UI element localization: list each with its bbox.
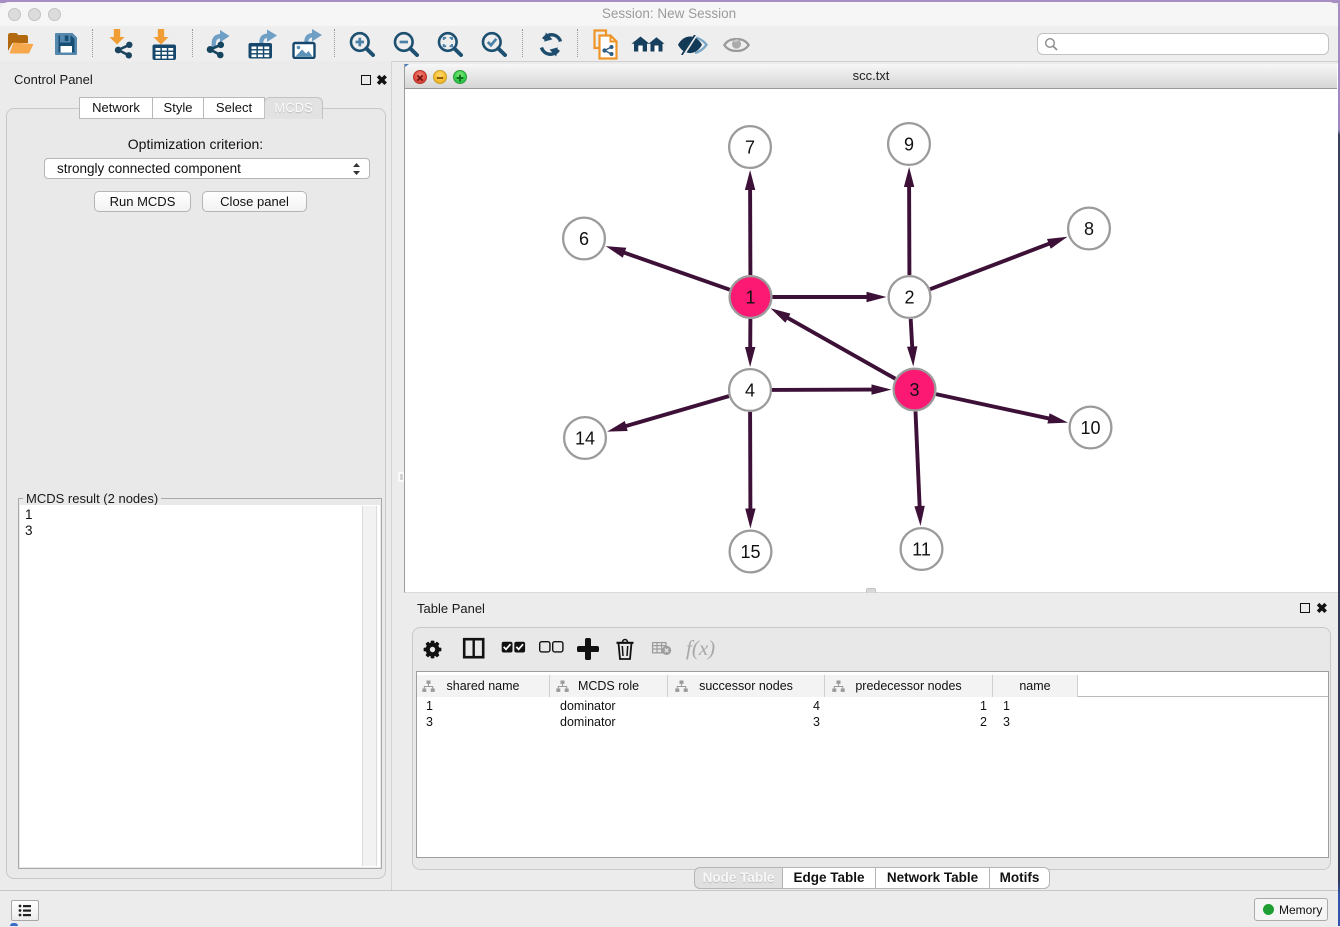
svg-text:3: 3: [909, 380, 919, 400]
svg-text:f(x): f(x): [686, 636, 715, 660]
svg-text:2: 2: [904, 287, 914, 307]
svg-text:10: 10: [1080, 418, 1100, 438]
svg-text:7: 7: [745, 137, 755, 157]
svg-text:9: 9: [904, 134, 914, 154]
svg-text:15: 15: [740, 542, 760, 562]
svg-text:14: 14: [575, 428, 595, 448]
svg-text:8: 8: [1084, 219, 1094, 239]
svg-text:11: 11: [912, 539, 931, 559]
svg-text:6: 6: [579, 229, 589, 249]
svg-text:4: 4: [745, 380, 755, 400]
svg-text:1: 1: [745, 287, 755, 307]
